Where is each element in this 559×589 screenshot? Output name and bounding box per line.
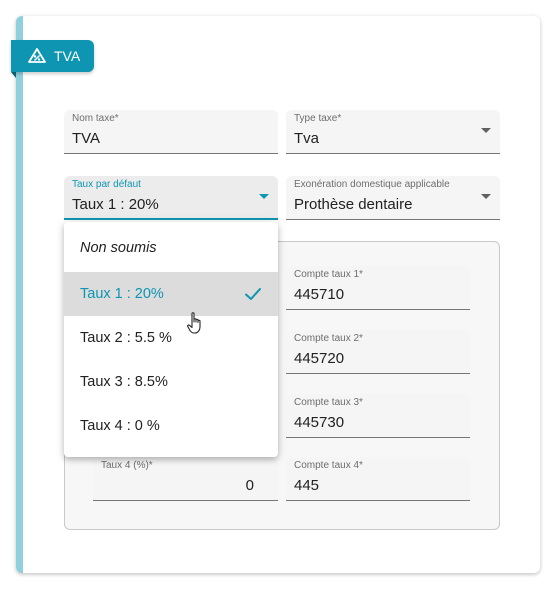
compte-taux-2-value: 445720: [294, 350, 345, 367]
compte-taux-3-field[interactable]: Compte taux 3* 445730: [286, 394, 470, 438]
taux-defaut-select[interactable]: Taux par défaut Taux 1 : 20%: [64, 176, 278, 220]
compte-taux-1-label: Compte taux 1*: [294, 269, 363, 280]
tab-label: TVA: [54, 48, 81, 64]
chevron-down-icon: [481, 128, 491, 133]
compte-taux-4-value: 445: [294, 477, 320, 494]
option-taux-3[interactable]: Taux 3 : 8.5%: [64, 360, 278, 404]
compte-taux-4-label: Compte taux 4*: [294, 460, 363, 471]
option-label: Non soumis: [80, 240, 157, 256]
compte-taux-4-field[interactable]: Compte taux 4* 445: [286, 457, 470, 501]
check-icon: [245, 288, 261, 300]
nom-taxe-label: Nom taxe*: [72, 113, 119, 124]
option-taux-2[interactable]: Taux 2 : 5.5 %: [64, 316, 278, 360]
option-label: Taux 3 : 8.5%: [80, 374, 168, 390]
compte-taux-3-label: Compte taux 3*: [294, 397, 363, 408]
compte-taux-2-label: Compte taux 2*: [294, 333, 363, 344]
option-taux-4[interactable]: Taux 4 : 0 %: [64, 404, 278, 448]
taux-defaut-label: Taux par défaut: [72, 179, 141, 190]
taux-dropdown-menu: Non soumis Taux 1 : 20% Taux 2 : 5.5 % T…: [64, 222, 278, 457]
type-taxe-value: Tva: [294, 130, 320, 147]
compte-taux-2-field[interactable]: Compte taux 2* 445720: [286, 330, 470, 374]
tax-percent-icon: [28, 48, 46, 63]
compte-taux-3-value: 445730: [294, 414, 345, 431]
exoneration-select[interactable]: Exonération domestique applicable Prothè…: [286, 176, 500, 220]
option-label: Taux 4 : 0 %: [80, 418, 160, 434]
type-taxe-label: Type taxe*: [294, 113, 342, 124]
compte-taux-1-value: 445710: [294, 286, 345, 303]
hand-pointer-icon: [187, 312, 201, 334]
card-accent-stripe: [16, 16, 23, 573]
taux-4-value: 0: [245, 477, 254, 494]
tab-tva[interactable]: TVA: [11, 40, 94, 72]
exoneration-label: Exonération domestique applicable: [294, 179, 450, 190]
type-taxe-select[interactable]: Type taxe* Tva: [286, 110, 500, 154]
option-label: Taux 1 : 20%: [80, 286, 164, 302]
nom-taxe-field[interactable]: Nom taxe* TVA: [64, 110, 278, 154]
option-label: Taux 2 : 5.5 %: [80, 330, 172, 346]
compte-taux-1-field[interactable]: Compte taux 1* 445710: [286, 266, 470, 310]
option-non-soumis[interactable]: Non soumis: [64, 226, 278, 270]
chevron-down-icon: [259, 194, 269, 199]
tab-fold: [11, 72, 16, 78]
chevron-down-icon: [481, 194, 491, 199]
taux-4-field[interactable]: Taux 4 (%)* 0: [93, 457, 278, 501]
taux-4-label: Taux 4 (%)*: [101, 460, 153, 471]
exoneration-value: Prothèse dentaire: [294, 196, 413, 213]
taux-defaut-value: Taux 1 : 20%: [72, 196, 159, 213]
option-taux-1[interactable]: Taux 1 : 20%: [64, 272, 278, 316]
nom-taxe-value: TVA: [72, 130, 101, 147]
